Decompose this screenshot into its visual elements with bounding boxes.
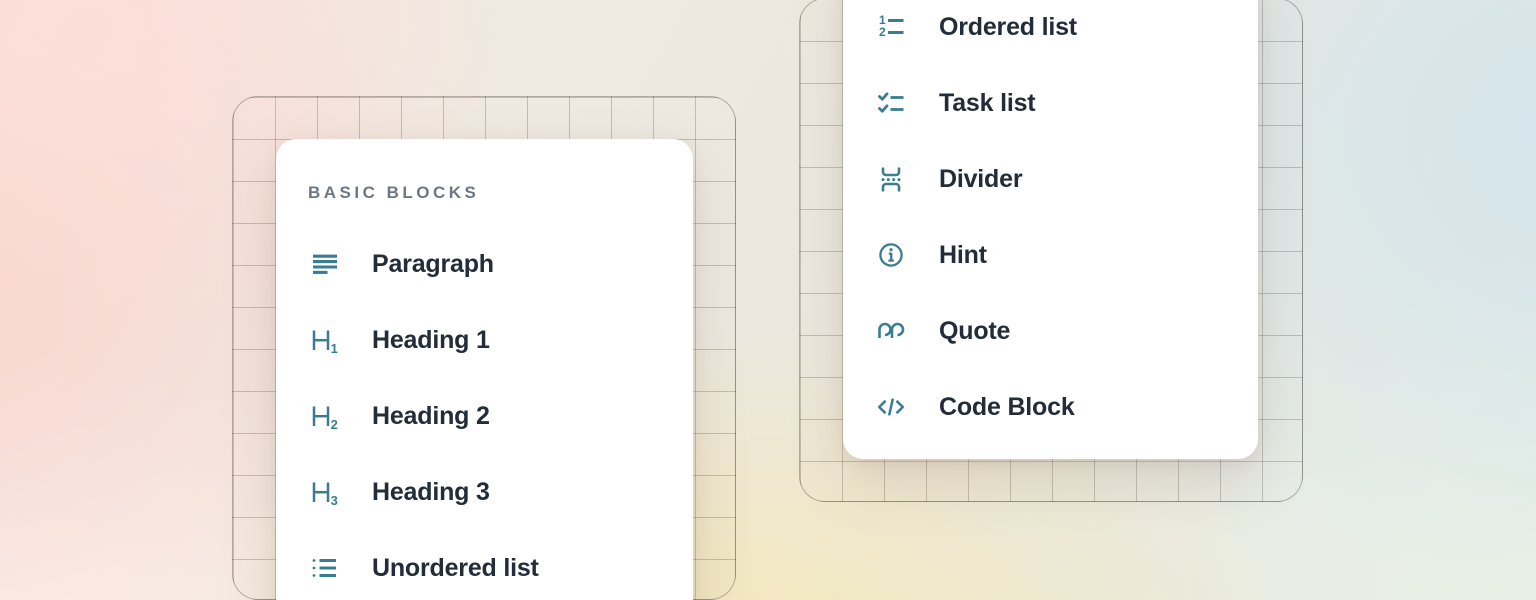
heading-3-icon: 3: [308, 476, 340, 508]
menu-item-label: Code Block: [939, 391, 1075, 423]
basic-blocks-menu: BASIC BLOCKS Paragraph 1 Heading 1: [276, 139, 693, 600]
menu-item-label: Heading 1: [372, 324, 490, 356]
menu-item-heading-1[interactable]: 1 Heading 1: [276, 324, 693, 356]
menu-item-label: Ordered list: [939, 11, 1077, 43]
heading-1-icon: 1: [308, 324, 340, 356]
hero-illustration: BASIC BLOCKS Paragraph 1 Heading 1: [0, 0, 1536, 600]
menu-item-ordered-list[interactable]: 1 2 Ordered list: [843, 11, 1258, 43]
menu-item-code-block[interactable]: Code Block: [843, 391, 1258, 423]
menu-item-label: Unordered list: [372, 552, 539, 584]
paragraph-icon: [308, 248, 340, 280]
menu-item-quote[interactable]: Quote: [843, 315, 1258, 347]
svg-text:2: 2: [879, 25, 886, 39]
menu-item-heading-3[interactable]: 3 Heading 3: [276, 476, 693, 508]
menu-item-label: Heading 2: [372, 400, 490, 432]
unordered-list-icon: [308, 552, 340, 584]
menu-item-divider[interactable]: Divider: [843, 163, 1258, 195]
section-label: BASIC BLOCKS: [308, 183, 479, 203]
menu-item-heading-2[interactable]: 2 Heading 2: [276, 400, 693, 432]
menu-item-paragraph[interactable]: Paragraph: [276, 248, 693, 280]
menu-item-label: Hint: [939, 239, 987, 271]
menu-item-label: Task list: [939, 87, 1035, 119]
ordered-list-icon: 1 2: [875, 11, 907, 43]
svg-text:1: 1: [331, 341, 338, 356]
blocks-menu-continued: 1 2 Ordered list Task list: [843, 0, 1258, 459]
menu-item-unordered-list[interactable]: Unordered list: [276, 552, 693, 584]
divider-icon: [875, 163, 907, 195]
hint-icon: [875, 239, 907, 271]
menu-item-hint[interactable]: Hint: [843, 239, 1258, 271]
heading-2-icon: 2: [308, 400, 340, 432]
menu-item-task-list[interactable]: Task list: [843, 87, 1258, 119]
menu-item-label: Paragraph: [372, 248, 494, 280]
code-block-icon: [875, 391, 907, 423]
menu-item-label: Divider: [939, 163, 1022, 195]
svg-text:2: 2: [331, 417, 338, 432]
svg-text:3: 3: [331, 493, 338, 508]
quote-icon: [875, 315, 907, 347]
menu-item-label: Heading 3: [372, 476, 490, 508]
menu-item-label: Quote: [939, 315, 1010, 347]
task-list-icon: [875, 87, 907, 119]
